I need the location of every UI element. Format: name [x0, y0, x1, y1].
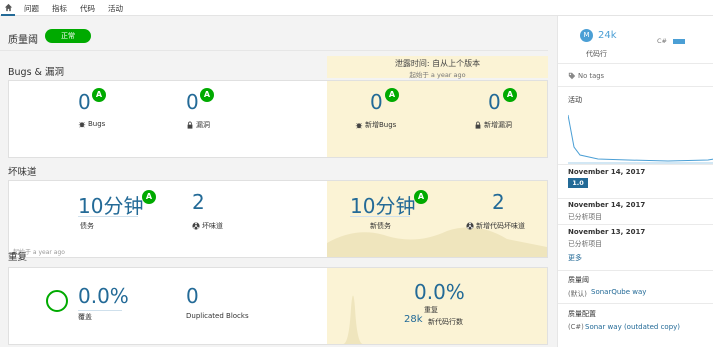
smells-section-title: 坏味道 [8, 167, 37, 178]
new-bugs-rating[interactable]: A [385, 88, 399, 102]
event-date: November 14, 2017 [568, 168, 646, 176]
bugs-section-title: Bugs & 漏洞 [8, 67, 64, 78]
divider [558, 164, 713, 165]
bug-icon [78, 122, 86, 128]
debt-underline [78, 216, 138, 217]
vulnerabilities-rating[interactable]: A [200, 88, 214, 102]
overview-main: 质量阈 正常 泄露时间: 自从上个版本 起始于 a year ago Bugs … [0, 16, 556, 347]
home-tab[interactable] [1, 0, 15, 16]
new-smells-label: 新增代码坏味道 [466, 221, 525, 231]
duplicated-blocks-label: Duplicated Blocks [186, 312, 249, 320]
new-smells-value[interactable]: 2 [492, 190, 505, 214]
quality-gate-link[interactable]: SonarQube way [591, 288, 646, 296]
radiation-icon [192, 222, 200, 230]
top-navigation: 问题 指标 代码 活动 [0, 0, 713, 16]
coverage-value[interactable]: 0.0% [78, 284, 129, 308]
coverage-underline [78, 310, 122, 311]
new-duplications-value[interactable]: 0.0% [414, 280, 465, 304]
leak-period-header: 泄露时间: 自从上个版本 起始于 a year ago [327, 56, 548, 79]
no-tags-text: No tags [578, 72, 605, 80]
event-note: 已分析项目 [568, 213, 602, 221]
more-activity-link[interactable]: 更多 [568, 253, 582, 263]
new-vulnerabilities-label: 新增漏洞 [474, 120, 512, 130]
new-vulnerabilities-value[interactable]: 0 [488, 90, 501, 114]
quality-gate-default-prefix: (默认) [568, 290, 587, 298]
leak-period-since: 起始于 a year ago [409, 71, 466, 79]
bugs-label-text: Bugs [88, 120, 106, 128]
activity-title: 活动 [568, 96, 582, 104]
duplications-section-title: 重复 [8, 252, 28, 263]
language-distribution-bar [673, 39, 685, 44]
bugs-rating[interactable]: A [92, 88, 106, 102]
lock-icon [187, 121, 193, 129]
coverage-label: 覆盖 [78, 313, 92, 321]
vulnerabilities-label-text: 漏洞 [196, 121, 210, 129]
new-bugs-label-text: 新增Bugs [365, 121, 397, 129]
tags-row[interactable]: No tags [568, 72, 604, 80]
quality-profile-link[interactable]: Sonar way (outdated copy) [585, 323, 680, 331]
divider [558, 303, 713, 304]
bugs-value[interactable]: 0 [78, 90, 91, 114]
divider [558, 224, 713, 225]
new-bugs-label: 新增Bugs [355, 120, 396, 130]
new-smells-label-text: 新增代码坏味道 [476, 222, 525, 230]
quality-profile-title: 质量配置 [568, 310, 596, 318]
tab-activity[interactable]: 活动 [108, 3, 123, 14]
lock-icon [475, 121, 481, 129]
divider [558, 63, 713, 64]
event-date: November 14, 2017 [568, 201, 646, 209]
new-vulnerabilities-label-text: 新增漏洞 [484, 121, 512, 129]
debt-value[interactable]: 10分钟 [78, 190, 143, 219]
radiation-icon [466, 222, 474, 230]
bugs-label: Bugs [78, 120, 105, 128]
vulnerabilities-value[interactable]: 0 [186, 90, 199, 114]
coverage-gauge [46, 290, 68, 312]
tab-measures[interactable]: 指标 [52, 3, 67, 14]
new-bugs-value[interactable]: 0 [370, 90, 383, 114]
quality-profile-language: (C#) [568, 323, 584, 331]
lines-of-code-value[interactable]: 24k [598, 30, 617, 41]
quality-gate-status-badge: 正常 [45, 29, 91, 43]
duplicated-blocks-value[interactable]: 0 [186, 284, 199, 308]
new-lines-value[interactable]: 28k [404, 314, 423, 325]
new-debt-underline [350, 216, 410, 217]
lines-of-code-label: 代码行 [586, 50, 607, 58]
vulnerabilities-label: 漏洞 [186, 120, 210, 130]
smells-label-text: 坏味道 [202, 222, 223, 230]
divider [558, 86, 713, 87]
smells-value[interactable]: 2 [192, 190, 205, 214]
tag-icon [568, 72, 576, 80]
divider [0, 50, 548, 51]
leak-period-title: 泄露时间: 自从上个版本 [394, 59, 481, 68]
new-debt-label: 新债务 [370, 222, 391, 230]
tab-issues[interactable]: 问题 [24, 3, 39, 14]
event-note: 已分析项目 [568, 240, 602, 248]
quality-gate-sidebar-title: 质量阈 [568, 276, 589, 284]
version-badge: 1.0 [568, 178, 588, 188]
quality-gate-title: 质量阈 [8, 35, 38, 46]
avatar: M [580, 29, 593, 42]
new-debt-value[interactable]: 10分钟 [350, 190, 415, 219]
divider [558, 270, 713, 271]
event-date: November 13, 2017 [568, 228, 646, 236]
project-sidebar: M 24k 代码行 C# No tags 活动 November 14, 201… [557, 16, 713, 347]
new-lines-label: 新代码行数 [428, 318, 463, 326]
home-icon [4, 3, 12, 11]
debt-rating[interactable]: A [142, 190, 156, 204]
bug-icon [355, 123, 363, 129]
tab-code[interactable]: 代码 [80, 3, 95, 14]
smells-label: 坏味道 [192, 221, 223, 231]
new-vulnerabilities-rating[interactable]: A [503, 88, 517, 102]
divider [558, 198, 713, 199]
new-duplications-label: 重复 [424, 306, 438, 314]
debt-label: 债务 [80, 222, 94, 230]
new-debt-rating[interactable]: A [414, 190, 428, 204]
language-name: C# [657, 37, 667, 45]
